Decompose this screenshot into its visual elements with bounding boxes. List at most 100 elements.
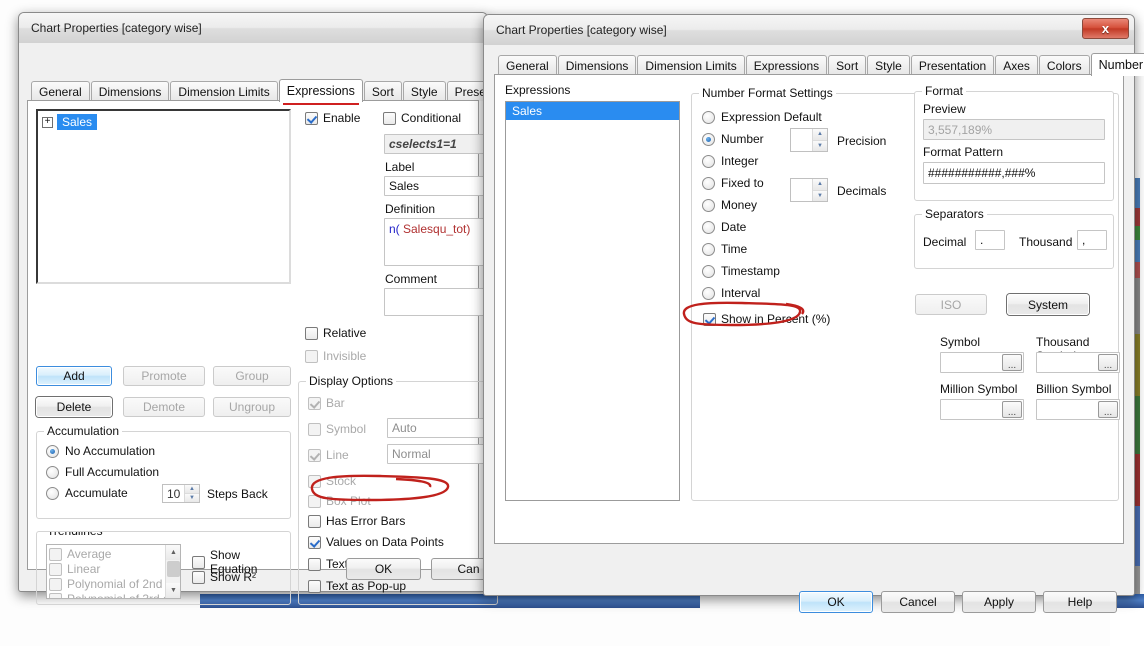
radio-fixed-to[interactable]: Fixed to: [699, 173, 789, 192]
radio-integer[interactable]: Integer: [699, 151, 789, 170]
steps-back-stepper[interactable]: 10 ▲ ▼: [162, 484, 200, 503]
display-option-stock[interactable]: Stock: [308, 474, 356, 488]
close-icon[interactable]: x: [1082, 18, 1129, 39]
radio-interval[interactable]: Interval: [699, 283, 844, 302]
steps-back-arrows[interactable]: ▲ ▼: [184, 485, 199, 502]
right-cancel-button[interactable]: Cancel: [881, 591, 955, 613]
expressions-listbox[interactable]: Sales: [505, 101, 680, 501]
thousand-symbol-browse-button[interactable]: ...: [1098, 354, 1118, 371]
tab-general[interactable]: General: [31, 81, 90, 101]
billion-symbol-browse-button[interactable]: ...: [1098, 401, 1118, 418]
definition-input[interactable]: n( Salesqu_tot): [384, 218, 494, 266]
trendlines-scrollbar[interactable]: ▲ ▼: [165, 545, 180, 598]
right-help-button[interactable]: Help: [1043, 591, 1117, 613]
left-ok-button[interactable]: OK: [346, 558, 421, 580]
display-option-has-error-bars[interactable]: Has Error Bars: [308, 514, 405, 528]
radio-no-accumulation[interactable]: No Accumulation: [46, 444, 155, 458]
million-symbol-browse-button[interactable]: ...: [1002, 401, 1022, 418]
spinner-up-icon[interactable]: ▲: [813, 179, 827, 191]
add-button[interactable]: Add: [36, 366, 112, 386]
decimals-stepper[interactable]: ▲ ▼: [790, 178, 828, 202]
tree-expand-icon[interactable]: +: [42, 116, 53, 128]
group-button[interactable]: Group: [213, 366, 291, 386]
spinner-down-icon[interactable]: ▼: [813, 190, 827, 201]
checkbox-box: [308, 448, 321, 462]
radio-full-accumulation[interactable]: Full Accumulation: [46, 465, 159, 479]
spinner-down-icon[interactable]: ▼: [813, 140, 827, 151]
display-option-values-on-data-points[interactable]: Values on Data Points: [308, 535, 444, 549]
conditional-checkbox[interactable]: Conditional: [383, 111, 461, 125]
trendline-item-linear[interactable]: Linear: [49, 562, 180, 576]
thousand-separator-input[interactable]: ,: [1077, 230, 1107, 250]
tab-general[interactable]: General: [498, 55, 557, 75]
tab-presentation[interactable]: Presentation: [910, 55, 995, 75]
tab-style[interactable]: Style: [402, 81, 446, 101]
tab-sort[interactable]: Sort: [828, 55, 867, 75]
trendline-item-poly3[interactable]: Polynomial of 3rd d: [49, 592, 180, 598]
radio-expression-default[interactable]: Expression Default: [699, 107, 869, 126]
trendline-item-poly2[interactable]: Polynomial of 2nd d: [49, 577, 180, 591]
right-ok-button[interactable]: OK: [799, 591, 873, 613]
tab-expressions[interactable]: Expressions: [745, 55, 828, 75]
display-option-bar[interactable]: Bar: [308, 396, 345, 410]
enable-checkbox[interactable]: Enable: [305, 111, 360, 125]
tab-axes[interactable]: Axes: [995, 55, 1038, 75]
radio-accumulate[interactable]: Accumulate: [46, 486, 128, 500]
symbol-browse-button[interactable]: ...: [1002, 354, 1022, 371]
list-item[interactable]: Sales: [506, 102, 679, 120]
radio-timestamp[interactable]: Timestamp: [699, 261, 844, 280]
relative-checkbox[interactable]: Relative: [305, 326, 366, 340]
display-option-text-as-popup[interactable]: Text as Pop-up: [308, 579, 406, 593]
radio-time[interactable]: Time: [699, 239, 844, 258]
tab-style[interactable]: Style: [867, 55, 910, 75]
promote-button[interactable]: Promote: [123, 366, 205, 386]
trendline-item-average[interactable]: Average: [49, 547, 180, 561]
invisible-checkbox[interactable]: Invisible: [305, 349, 366, 363]
tab-sort[interactable]: Sort: [363, 81, 402, 101]
show-in-percent-checkbox[interactable]: Show in Percent (%): [703, 312, 830, 326]
trendlines-list[interactable]: Average Linear Polynomial of 2nd d Polyn…: [46, 544, 181, 599]
tab-dimensions[interactable]: Dimensions: [557, 55, 637, 75]
scroll-up-icon[interactable]: ▲: [166, 545, 180, 560]
tree-row-sales[interactable]: + Sales: [38, 111, 289, 133]
format-pattern-input[interactable]: ###########,###%: [923, 162, 1105, 184]
tab-dimension-limits[interactable]: Dimension Limits: [170, 81, 278, 101]
display-option-line[interactable]: Line: [308, 448, 349, 462]
tab-colors[interactable]: Colors: [1038, 55, 1090, 75]
delete-button[interactable]: Delete: [36, 397, 112, 417]
definition-function: n(: [389, 222, 400, 236]
scroll-down-icon[interactable]: ▼: [166, 583, 180, 598]
checkbox-box: [308, 557, 321, 571]
show-r2-checkbox[interactable]: Show R²: [192, 570, 256, 584]
right-apply-button[interactable]: Apply: [962, 591, 1036, 613]
right-window-titlebar[interactable]: Chart Properties [category wise] x: [484, 15, 1134, 45]
symbol-type-select[interactable]: Auto: [387, 418, 497, 438]
radio-money[interactable]: Money: [699, 195, 789, 214]
left-window-titlebar[interactable]: Chart Properties [category wise]: [19, 13, 487, 43]
scrollbar-thumb[interactable]: [167, 561, 180, 577]
iso-button[interactable]: ISO: [915, 294, 987, 315]
tab-expressions[interactable]: Expressions: [278, 79, 363, 105]
precision-stepper[interactable]: ▲ ▼: [790, 128, 828, 152]
line-type-select[interactable]: Normal: [387, 444, 497, 464]
radio-number[interactable]: Number: [699, 129, 789, 148]
display-option-box-plot[interactable]: Box Plot: [308, 494, 371, 508]
conditional-expression-field[interactable]: cselects1=1: [384, 134, 494, 154]
tab-number[interactable]: Number: [1090, 53, 1144, 76]
spinner-up-icon[interactable]: ▲: [185, 485, 199, 494]
ungroup-button[interactable]: Ungroup: [213, 397, 291, 417]
label-input[interactable]: Sales: [384, 176, 494, 196]
decimals-arrows[interactable]: ▲ ▼: [812, 179, 827, 201]
demote-button[interactable]: Demote: [123, 397, 205, 417]
decimal-separator-input[interactable]: .: [975, 230, 1005, 250]
tab-dimensions[interactable]: Dimensions: [90, 81, 170, 101]
display-option-symbol[interactable]: Symbol: [308, 422, 366, 436]
expression-tree[interactable]: + Sales: [36, 109, 291, 284]
comment-input[interactable]: [384, 288, 494, 316]
system-button[interactable]: System: [1007, 294, 1089, 315]
precision-arrows[interactable]: ▲ ▼: [812, 129, 827, 151]
tab-dimension-limits[interactable]: Dimension Limits: [637, 55, 745, 75]
spinner-down-icon[interactable]: ▼: [185, 494, 199, 502]
spinner-up-icon[interactable]: ▲: [813, 129, 827, 141]
radio-date[interactable]: Date: [699, 217, 844, 236]
